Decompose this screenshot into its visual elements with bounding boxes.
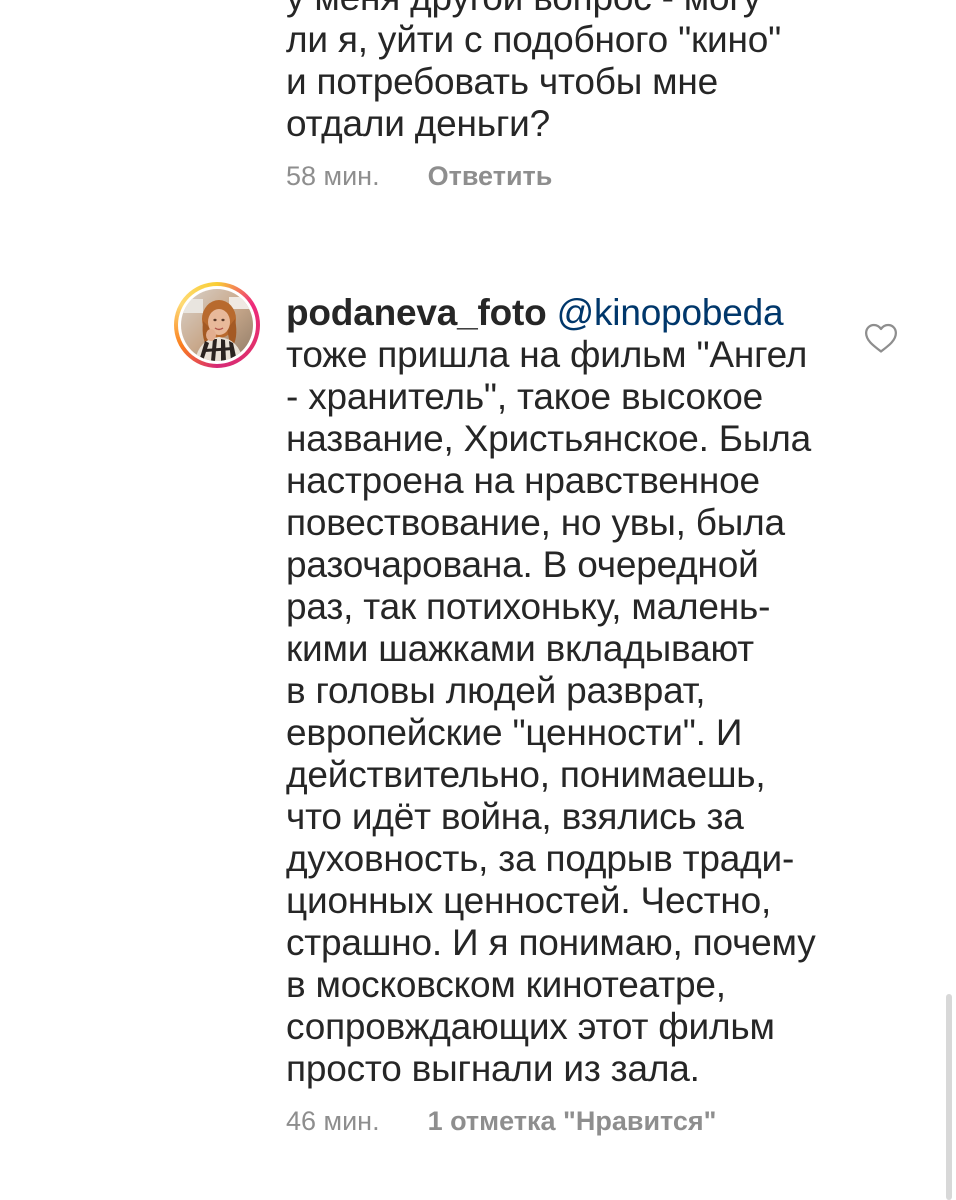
comment-line: сопровждающих этот фильм [286,1006,775,1047]
avatar-photo [181,289,253,361]
heart-outline-icon[interactable] [864,322,898,354]
previous-comment-meta: 58 мин. Ответить [286,161,846,192]
avatar-image [181,289,253,361]
comment-line: - хранитель", такое высокое [286,376,764,417]
comment-mention[interactable]: @kinopobeda [557,292,784,333]
comment-line: кими шажками вкладывают [286,628,754,669]
scrollbar[interactable] [946,994,952,1200]
comment-line: повествование, но увы, была [286,502,785,543]
comment-header-line: podaneva_foto @kinopobeda [286,292,846,334]
comment-line: раз, так потихоньку, малень- [286,586,771,627]
comment-meta: 46 мин. 1 отметка "Нравится" [286,1106,846,1137]
previous-comment-text: у меня другой вопрос - могу ли я, уйти с… [286,0,846,145]
comment-line: просто выгнали из зала. [286,1048,700,1089]
reply-button[interactable]: Ответить [428,161,553,192]
comment-text: podaneva_foto @kinopobeda тоже пришла на… [286,292,846,1090]
previous-comment: у меня другой вопрос - могу ли я, уйти с… [286,0,846,192]
comment-line: разочарована. В очередной [286,544,759,585]
comment-line: в московском кинотеатре, [286,964,726,1005]
comment-line: страшно. И я понимаю, почему [286,922,816,963]
likes-count-button[interactable]: 1 отметка "Нравится" [428,1106,717,1137]
comment-line: название, Христьянское. Была [286,418,811,459]
comment-line: тоже пришла на фильм "Ангел [286,334,808,375]
comment-line: в головы людей разврат, [286,670,706,711]
previous-comment-time: 58 мин. [286,161,380,191]
comment-line: действительно, понимаешь, [286,754,766,795]
comment-line: настроена на нравственное [286,460,760,501]
previous-comment-line: и потребовать чтобы мне [286,61,719,102]
comment: podaneva_foto @kinopobeda тоже пришла на… [286,292,846,1137]
previous-comment-line: у меня другой вопрос - могу [286,0,846,19]
avatar[interactable] [174,282,260,368]
comment-time: 46 мин. [286,1106,380,1136]
comment-line: духовность, за подрыв тради- [286,838,795,879]
previous-comment-line: ли я, уйти с подобного "кино" [286,19,782,60]
previous-comment-line: отдали деньги? [286,103,551,144]
comment-line: что идёт война, взялись за [286,796,744,837]
comment-line: европейские "ценности". И [286,712,743,753]
comment-username[interactable]: podaneva_foto [286,292,547,333]
avatar-border [178,286,256,364]
comment-line: ционных ценностей. Честно, [286,880,772,921]
